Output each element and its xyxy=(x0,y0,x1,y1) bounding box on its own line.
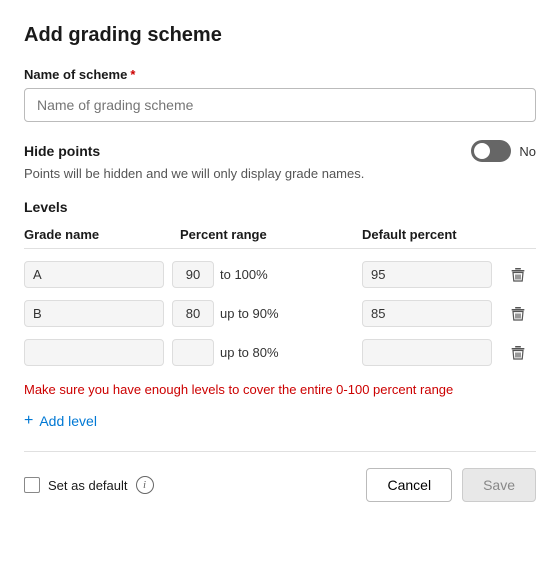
col-header-grade-name: Grade name xyxy=(24,227,164,242)
delete-row-button-1[interactable] xyxy=(500,302,536,326)
add-level-button[interactable]: + Add level xyxy=(24,409,97,433)
grade-name-input-0[interactable] xyxy=(24,261,164,288)
scheme-name-input[interactable] xyxy=(24,88,536,122)
info-icon[interactable]: i xyxy=(136,476,154,494)
range-label-2: up to 80% xyxy=(220,345,279,360)
grade-name-input-2[interactable] xyxy=(24,339,164,366)
name-field-label: Name of scheme xyxy=(24,67,127,82)
grade-name-input-1[interactable] xyxy=(24,300,164,327)
range-start-input-0[interactable] xyxy=(172,261,214,288)
range-label-1: up to 90% xyxy=(220,306,279,321)
range-label-0: to 100% xyxy=(220,267,268,282)
hide-points-hint: Points will be hidden and we will only d… xyxy=(24,166,536,181)
add-level-label: Add level xyxy=(39,413,97,429)
add-level-plus-icon: + xyxy=(24,413,33,429)
col-header-default-percent: Default percent xyxy=(362,227,492,242)
range-start-input-1[interactable] xyxy=(172,300,214,327)
levels-section-label: Levels xyxy=(24,199,536,215)
delete-row-button-2[interactable] xyxy=(500,341,536,365)
set-default-label: Set as default xyxy=(48,478,128,493)
toggle-state-label: No xyxy=(519,144,536,159)
toggle-knob xyxy=(474,143,490,159)
hide-points-label: Hide points xyxy=(24,143,100,159)
percent-range-cell-0: to 100% xyxy=(172,261,354,288)
set-default-checkbox[interactable] xyxy=(24,477,40,493)
cancel-button[interactable]: Cancel xyxy=(366,468,452,502)
delete-row-button-0[interactable] xyxy=(500,263,536,287)
default-percent-input-0[interactable] xyxy=(362,261,492,288)
range-start-input-2[interactable] xyxy=(172,339,214,366)
default-percent-input-1[interactable] xyxy=(362,300,492,327)
table-row: up to 90% xyxy=(24,294,536,333)
required-indicator: * xyxy=(130,67,135,82)
footer-buttons: Cancel Save xyxy=(366,468,536,502)
hide-points-toggle[interactable] xyxy=(471,140,511,162)
levels-header: Grade name Percent range Default percent xyxy=(24,223,536,249)
save-button[interactable]: Save xyxy=(462,468,536,502)
default-percent-input-2[interactable] xyxy=(362,339,492,366)
col-header-percent-range: Percent range xyxy=(172,227,354,242)
percent-range-cell-1: up to 90% xyxy=(172,300,354,327)
table-row: up to 80% xyxy=(24,333,536,372)
page-title: Add grading scheme xyxy=(24,24,536,47)
error-message: Make sure you have enough levels to cove… xyxy=(24,382,536,397)
percent-range-cell-2: up to 80% xyxy=(172,339,354,366)
table-row: to 100% xyxy=(24,255,536,294)
footer-row: Set as default i Cancel Save xyxy=(24,468,536,502)
footer-divider xyxy=(24,451,536,452)
set-default-group: Set as default i xyxy=(24,476,154,494)
